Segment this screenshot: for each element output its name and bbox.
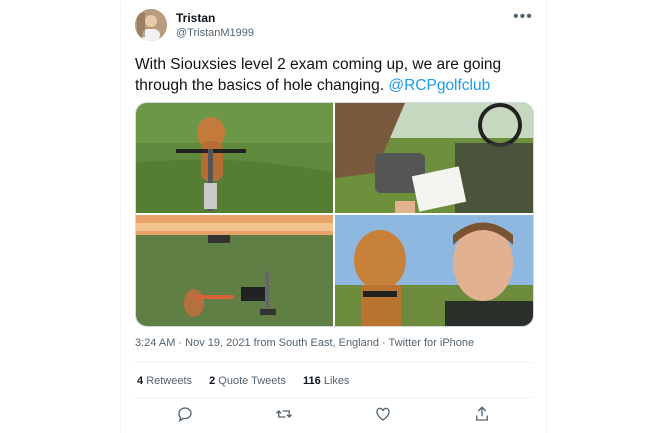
photo-selfie-with-dog[interactable] [335,215,533,326]
avatar[interactable] [135,9,167,41]
divider [135,362,532,363]
retweet-icon[interactable] [275,405,297,427]
mention-link[interactable]: @RCPgolfclub [388,77,490,94]
user-name[interactable]: Tristan [176,11,215,25]
reply-icon[interactable] [176,405,198,427]
photo-dog-sunset-course[interactable] [136,215,333,326]
likes-count: 116 [303,375,321,387]
more-options-icon[interactable]: ••• [513,8,533,26]
photo-cart-scorecard[interactable] [335,103,533,213]
divider [135,397,532,398]
quotes-count: 2 [209,375,216,387]
media-grid [135,102,534,327]
quotes-label: Quote Tweets [218,375,286,387]
retweets-count: 4 [137,375,144,387]
share-icon[interactable] [473,405,495,427]
tweet-stats: 4 Retweets 2 Quote Tweets 116 Likes [137,375,364,387]
heart-icon[interactable] [374,405,396,427]
quote-tweets-stat[interactable]: 2 Quote Tweets [209,375,286,387]
tweet-timestamp[interactable]: 3:24 AM · Nov 19, 2021 from South East, … [135,337,474,349]
retweets-label: Retweets [146,375,193,387]
likes-label: Likes [323,375,350,387]
retweets-stat[interactable]: 4 Retweets [137,375,192,387]
tweet-text: With Siouxsies level 2 exam coming up, w… [135,54,525,96]
photo-dog-with-hole-cutter[interactable] [136,103,333,213]
user-handle[interactable]: @TristanM1999 [176,27,254,39]
likes-stat[interactable]: 116 Likes [303,375,350,387]
